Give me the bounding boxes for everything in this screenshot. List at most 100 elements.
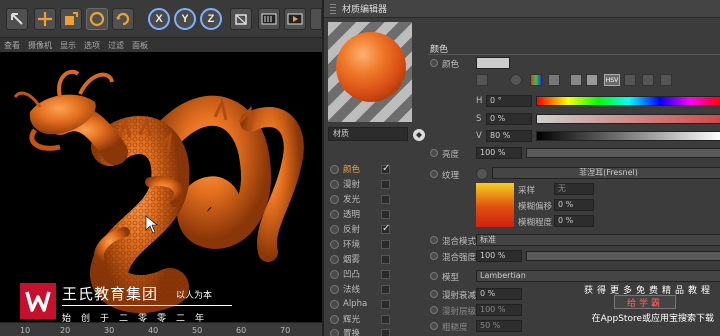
blur-offset-field[interactable]: 0 %: [554, 199, 594, 211]
mix-mode-dropdown[interactable]: 标准: [476, 234, 720, 246]
x-axis-icon[interactable]: X: [148, 8, 170, 30]
z-axis-icon[interactable]: Z: [200, 8, 222, 30]
roughness-field[interactable]: 50 %: [476, 320, 522, 332]
wheel-icon[interactable]: [510, 74, 522, 86]
mix-strength-radio[interactable]: [430, 252, 438, 260]
render-view-icon[interactable]: [258, 8, 280, 30]
scale-icon[interactable]: [60, 8, 82, 30]
rotate-icon[interactable]: [86, 8, 108, 30]
image-icon[interactable]: [548, 74, 560, 86]
mix-strength-slider[interactable]: [526, 251, 720, 261]
channel-checkbox[interactable]: [381, 269, 390, 279]
brightness-field[interactable]: 100 %: [476, 147, 522, 159]
timeline-ruler[interactable]: 10 20 30 40 50 60 70: [0, 322, 322, 336]
channel-checkbox[interactable]: [381, 179, 390, 189]
value-slider[interactable]: [536, 131, 720, 141]
channel-radio[interactable]: [330, 164, 339, 174]
saturation-slider[interactable]: [536, 114, 720, 124]
channel-checkbox[interactable]: [381, 209, 390, 219]
channel-fog[interactable]: 烟雾: [330, 252, 410, 266]
spectrum-icon[interactable]: [476, 74, 488, 86]
menu-display[interactable]: 显示: [60, 40, 76, 51]
swatches-icon[interactable]: [660, 74, 672, 86]
diffuse-level-radio[interactable]: [430, 306, 438, 314]
channel-checkbox[interactable]: [381, 254, 390, 264]
channel-radio[interactable]: [330, 314, 339, 324]
3d-viewport[interactable]: [0, 52, 322, 322]
channel-reflection[interactable]: 反射: [330, 222, 410, 236]
sampling-dropdown[interactable]: 无: [554, 183, 594, 195]
channel-checkbox[interactable]: [381, 314, 390, 324]
texture-field[interactable]: 菲涅耳(Fresnel): [492, 167, 720, 179]
channel-displacement[interactable]: 置换: [330, 326, 410, 336]
channel-color[interactable]: 颜色: [330, 162, 410, 176]
diffuse-falloff-radio[interactable]: [430, 290, 438, 298]
channel-radio[interactable]: [330, 269, 339, 279]
channel-radio[interactable]: [330, 179, 339, 189]
render-pic-icon[interactable]: [284, 8, 306, 30]
material-menu-icon[interactable]: [412, 128, 426, 142]
channel-checkbox[interactable]: [381, 163, 390, 174]
grip-icon[interactable]: [330, 3, 336, 14]
undo-arrow-icon[interactable]: [6, 8, 28, 30]
channel-normal[interactable]: 法线: [330, 282, 410, 296]
channel-checkbox[interactable]: [381, 299, 390, 309]
menu-filter[interactable]: 过滤: [108, 40, 124, 51]
channel-checkbox[interactable]: [381, 194, 390, 204]
editor-titlebar[interactable]: 材质编辑器: [324, 0, 720, 18]
material-preview[interactable]: [328, 22, 412, 122]
menu-panel[interactable]: 面板: [132, 40, 148, 51]
channel-radio[interactable]: [330, 254, 339, 264]
coordinate-icon[interactable]: [230, 8, 252, 30]
brightness-radio[interactable]: [430, 149, 438, 157]
render-settings-icon[interactable]: [310, 8, 322, 30]
rgb-strip-icon[interactable]: [530, 74, 542, 86]
eyedropper-icon[interactable]: [624, 74, 636, 86]
channel-checkbox[interactable]: [381, 223, 390, 234]
channel-transparency[interactable]: 透明: [330, 207, 410, 221]
channel-radio[interactable]: [330, 299, 339, 309]
channel-bump[interactable]: 凹凸: [330, 267, 410, 281]
channel-environment[interactable]: 环境: [330, 237, 410, 251]
channel-checkbox[interactable]: [381, 328, 390, 336]
blur-scale-field[interactable]: 0 %: [554, 215, 594, 227]
texture-arrow-icon[interactable]: [476, 168, 488, 180]
diffuse-falloff-field[interactable]: 0 %: [476, 288, 522, 300]
rotate-active-icon[interactable]: [112, 8, 134, 30]
channel-radio[interactable]: [330, 239, 339, 249]
s-field[interactable]: 0 %: [486, 113, 532, 125]
model-dropdown[interactable]: Lambertian: [476, 270, 720, 282]
texture-radio[interactable]: [430, 170, 438, 178]
hue-slider[interactable]: [536, 96, 720, 106]
mixer-icon[interactable]: [586, 74, 598, 86]
menu-view[interactable]: 查看: [4, 40, 20, 51]
channel-radio[interactable]: [330, 328, 339, 336]
channel-glow[interactable]: 辉光: [330, 312, 410, 326]
channel-checkbox[interactable]: [381, 239, 390, 249]
v-field[interactable]: 80 %: [486, 130, 532, 142]
channel-radio[interactable]: [330, 284, 339, 294]
channel-luminance[interactable]: 发光: [330, 192, 410, 206]
material-name-field[interactable]: 材质: [328, 127, 408, 141]
channel-radio[interactable]: [330, 194, 339, 204]
kelvin-icon[interactable]: [570, 74, 582, 86]
channel-alpha[interactable]: Alpha: [330, 297, 410, 311]
texture-preview[interactable]: [476, 183, 514, 227]
menu-camera[interactable]: 摄像机: [28, 40, 52, 51]
brightness-slider[interactable]: [526, 148, 720, 158]
hsv-mode-button[interactable]: HSV: [604, 74, 620, 86]
roughness-radio[interactable]: [430, 322, 438, 330]
color-swatch[interactable]: [476, 57, 510, 69]
channel-checkbox[interactable]: [381, 284, 390, 294]
channel-radio[interactable]: [330, 224, 339, 234]
menu-options[interactable]: 选项: [84, 40, 100, 51]
y-axis-icon[interactable]: Y: [174, 8, 196, 30]
model-radio[interactable]: [430, 272, 438, 280]
color-radio[interactable]: [430, 59, 438, 67]
channel-diffuse[interactable]: 漫射: [330, 177, 410, 191]
h-field[interactable]: 0 °: [486, 95, 532, 107]
channel-radio[interactable]: [330, 209, 339, 219]
palette-icon[interactable]: [642, 74, 654, 86]
mix-strength-field[interactable]: 100 %: [476, 250, 522, 262]
diffuse-level-field[interactable]: 100 %: [476, 304, 522, 316]
